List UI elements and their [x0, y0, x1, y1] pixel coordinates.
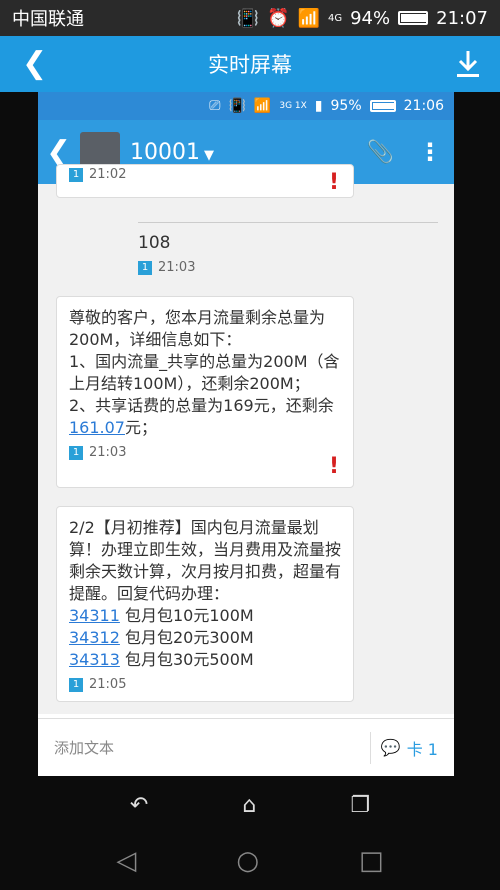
- vibrate-icon: 📳: [228, 98, 246, 114]
- sent-text: 108: [138, 233, 171, 253]
- battery-icon: [398, 11, 429, 25]
- back-icon[interactable]: ◁: [116, 846, 136, 876]
- code-link[interactable]: 34313: [69, 650, 120, 669]
- message-bubble-prev[interactable]: 1 21:02 !: [56, 164, 354, 198]
- message-time: 21:02: [89, 167, 127, 182]
- message-meta: 1 21:03: [138, 260, 195, 275]
- wifi-icon: 📶: [297, 7, 320, 29]
- amount-link[interactable]: 161.07: [69, 418, 125, 437]
- message-time: 21:03: [158, 260, 196, 275]
- vibrate-icon: 📳: [236, 7, 260, 29]
- home-icon[interactable]: ⌂: [242, 793, 256, 818]
- message-meta: 1 21:02: [69, 167, 341, 182]
- alarm-icon: ⏰: [267, 7, 290, 29]
- contact-name[interactable]: 10001 ▼: [130, 140, 367, 165]
- recents-icon[interactable]: □: [359, 846, 384, 876]
- recents-icon[interactable]: ❐: [350, 793, 370, 818]
- outer-status-bar: 中国联通 📳 ⏰ 📶 4G 94% 21:07: [0, 0, 500, 36]
- attach-icon[interactable]: 📎: [367, 140, 394, 165]
- sent-message[interactable]: 108 1 21:03: [138, 222, 438, 275]
- send-label: 卡 1: [406, 739, 438, 759]
- home-icon[interactable]: ○: [236, 846, 259, 876]
- code-link[interactable]: 34311: [69, 606, 120, 625]
- battery-percent: 94%: [350, 7, 391, 29]
- message-bubble[interactable]: 2/2【月初推荐】国内包月流量最划算！办理立即生效，当月费用及流量按剩余天数计算…: [56, 506, 354, 702]
- more-icon[interactable]: ⋮: [418, 138, 442, 166]
- code-link[interactable]: 34312: [69, 628, 120, 647]
- clock: 21:07: [436, 7, 488, 29]
- battery-icon: [369, 100, 396, 112]
- message-list[interactable]: 1 21:02 ! 108 1 21:03 尊敬的客户，您本月流量剩余总量为20…: [38, 164, 454, 714]
- cast-icon: ⎚: [209, 98, 221, 114]
- message-time: 21:05: [89, 677, 127, 692]
- error-icon[interactable]: !: [329, 170, 339, 195]
- outer-status-right: 📳 ⏰ 📶 4G 94% 21:07: [237, 8, 488, 29]
- message-input[interactable]: 添加文本: [54, 737, 370, 758]
- sim-icon: 1: [138, 260, 152, 275]
- back-icon[interactable]: ❮: [22, 46, 47, 82]
- clock: 21:06: [403, 98, 444, 114]
- inner-status-bar: ⎚ 📳 📶 3G 1X ▮ 95% 21:06: [38, 92, 454, 120]
- mirrored-screen: ⎚ 📳 📶 3G 1X ▮ 95% 21:06 ❮ 10001 ▼ 📎 ⋮ 1 2…: [38, 92, 454, 776]
- back-icon[interactable]: ↶: [130, 793, 148, 818]
- network-type: 4G: [327, 12, 343, 24]
- battery-percent: 95%: [330, 98, 362, 114]
- message-meta: 1 21:03: [69, 445, 341, 460]
- sim-icon: 1: [69, 677, 83, 692]
- divider: [369, 731, 371, 764]
- carrier-name: 中国联通: [12, 9, 84, 30]
- message-time: 21:03: [89, 445, 127, 460]
- mirrored-nav-bar: ↶ ⌂ ❐: [0, 780, 500, 830]
- message-meta: 1 21:05: [69, 677, 341, 692]
- wifi-icon: 📶: [253, 98, 272, 114]
- divider: [138, 222, 438, 223]
- compose-bar: 添加文本 💬 卡 1: [38, 718, 454, 776]
- page-title: 实时屏幕: [208, 53, 292, 77]
- sim-icon: ▮: [314, 98, 323, 114]
- download-icon[interactable]: [454, 48, 482, 80]
- message-text: 2/2【月初推荐】国内包月流量最划算！办理立即生效，当月费用及流量按剩余天数计算…: [69, 518, 342, 669]
- outer-app-bar: ❮ 实时屏幕: [0, 36, 500, 92]
- send-button[interactable]: 💬 卡 1: [381, 736, 438, 760]
- send-icon: 💬: [380, 738, 401, 757]
- system-nav-bar: ◁ ○ □: [0, 832, 500, 890]
- message-bubble[interactable]: 尊敬的客户，您本月流量剩余总量为200M，详细信息如下： 1、国内流量_共享的总…: [56, 296, 354, 488]
- signal-label: 3G 1X: [279, 101, 307, 111]
- sim-icon: 1: [69, 445, 83, 460]
- sim-icon: 1: [69, 167, 83, 182]
- message-text: 尊敬的客户，您本月流量剩余总量为200M，详细信息如下： 1、国内流量_共享的总…: [69, 308, 340, 437]
- chevron-down-icon: ▼: [204, 147, 214, 163]
- error-icon[interactable]: !: [329, 454, 339, 479]
